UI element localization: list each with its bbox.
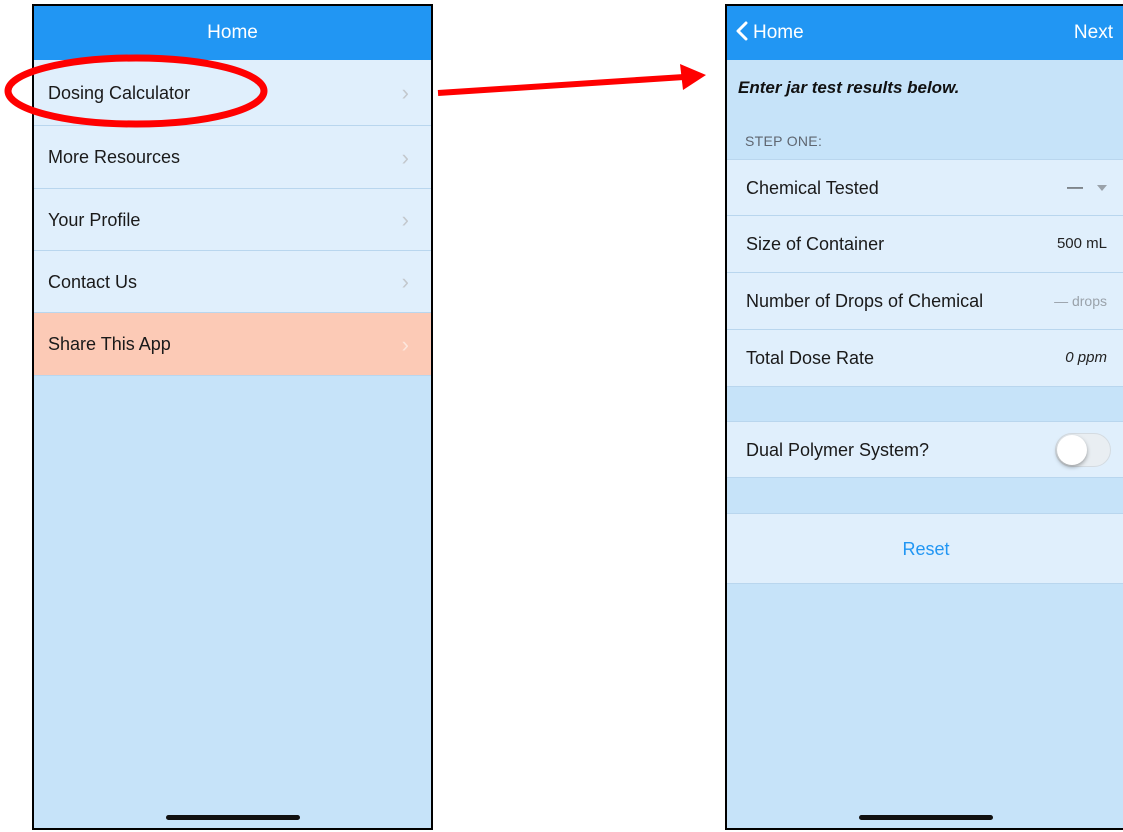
section-header: STEP ONE: bbox=[745, 133, 823, 149]
field-total-dose-rate: Total Dose Rate 0 ppm bbox=[727, 330, 1123, 387]
right-phone-screen: Home Next Enter jar test results below. … bbox=[725, 4, 1123, 830]
field-label: Total Dose Rate bbox=[746, 348, 875, 368]
menu-item-label: Contact Us bbox=[48, 272, 138, 292]
left-phone-screen: Home Dosing Calculator › More Resources … bbox=[32, 4, 433, 830]
menu-item-label: Dosing Calculator bbox=[48, 83, 191, 103]
menu-item-dosing-calculator[interactable]: Dosing Calculator › bbox=[34, 60, 431, 126]
dropdown-caret-icon bbox=[1097, 185, 1107, 191]
chevron-right-icon: › bbox=[401, 269, 409, 294]
field-label: Number of Drops of Chemical bbox=[746, 291, 984, 311]
menu-item-label: Your Profile bbox=[48, 210, 141, 230]
instruction-text: Enter jar test results below. bbox=[738, 78, 960, 97]
dual-polymer-row: Dual Polymer System? bbox=[727, 421, 1123, 478]
left-navbar: Home bbox=[34, 6, 431, 60]
home-indicator bbox=[859, 815, 993, 820]
nav-title: Home bbox=[207, 22, 258, 43]
chevron-left-icon bbox=[736, 21, 748, 41]
reset-row[interactable]: Reset bbox=[727, 513, 1123, 584]
menu-item-more-resources[interactable]: More Resources › bbox=[34, 126, 431, 189]
toggle-knob bbox=[1057, 435, 1087, 465]
menu-item-contact-us[interactable]: Contact Us › bbox=[34, 251, 431, 313]
annotation-arrow-line bbox=[437, 74, 685, 96]
field-label: Chemical Tested bbox=[746, 178, 879, 198]
next-button[interactable]: Next bbox=[1074, 6, 1113, 60]
chemical-value: — bbox=[1067, 179, 1083, 196]
menu-item-label: Share This App bbox=[48, 334, 171, 354]
chevron-right-icon: › bbox=[401, 145, 409, 170]
dose-rate-value: 0 ppm bbox=[1065, 349, 1107, 366]
field-chemical-tested[interactable]: Chemical Tested — bbox=[727, 159, 1123, 216]
field-number-of-drops[interactable]: Number of Drops of Chemical — drops bbox=[727, 273, 1123, 330]
back-label: Home bbox=[753, 22, 804, 43]
home-indicator bbox=[165, 815, 300, 820]
drops-input[interactable]: — drops bbox=[1054, 273, 1107, 329]
chevron-right-icon: › bbox=[401, 332, 409, 357]
back-button[interactable]: Home bbox=[735, 6, 804, 60]
field-label: Size of Container bbox=[746, 234, 885, 254]
menu-item-share-this-app[interactable]: Share This App › bbox=[34, 313, 431, 376]
field-label: Dual Polymer System? bbox=[746, 440, 930, 460]
menu-item-your-profile[interactable]: Your Profile › bbox=[34, 189, 431, 251]
chevron-right-icon: › bbox=[401, 207, 409, 232]
field-size-of-container[interactable]: Size of Container 500 mL bbox=[727, 216, 1123, 273]
container-size-value: 500 mL bbox=[1056, 235, 1107, 252]
right-navbar: Home Next bbox=[727, 6, 1123, 60]
reset-button[interactable]: Reset bbox=[727, 514, 1123, 584]
menu-item-label: More Resources bbox=[48, 147, 181, 167]
dual-polymer-toggle[interactable] bbox=[1055, 433, 1111, 467]
chevron-right-icon: › bbox=[401, 80, 409, 105]
arrow-head-icon bbox=[680, 64, 706, 90]
